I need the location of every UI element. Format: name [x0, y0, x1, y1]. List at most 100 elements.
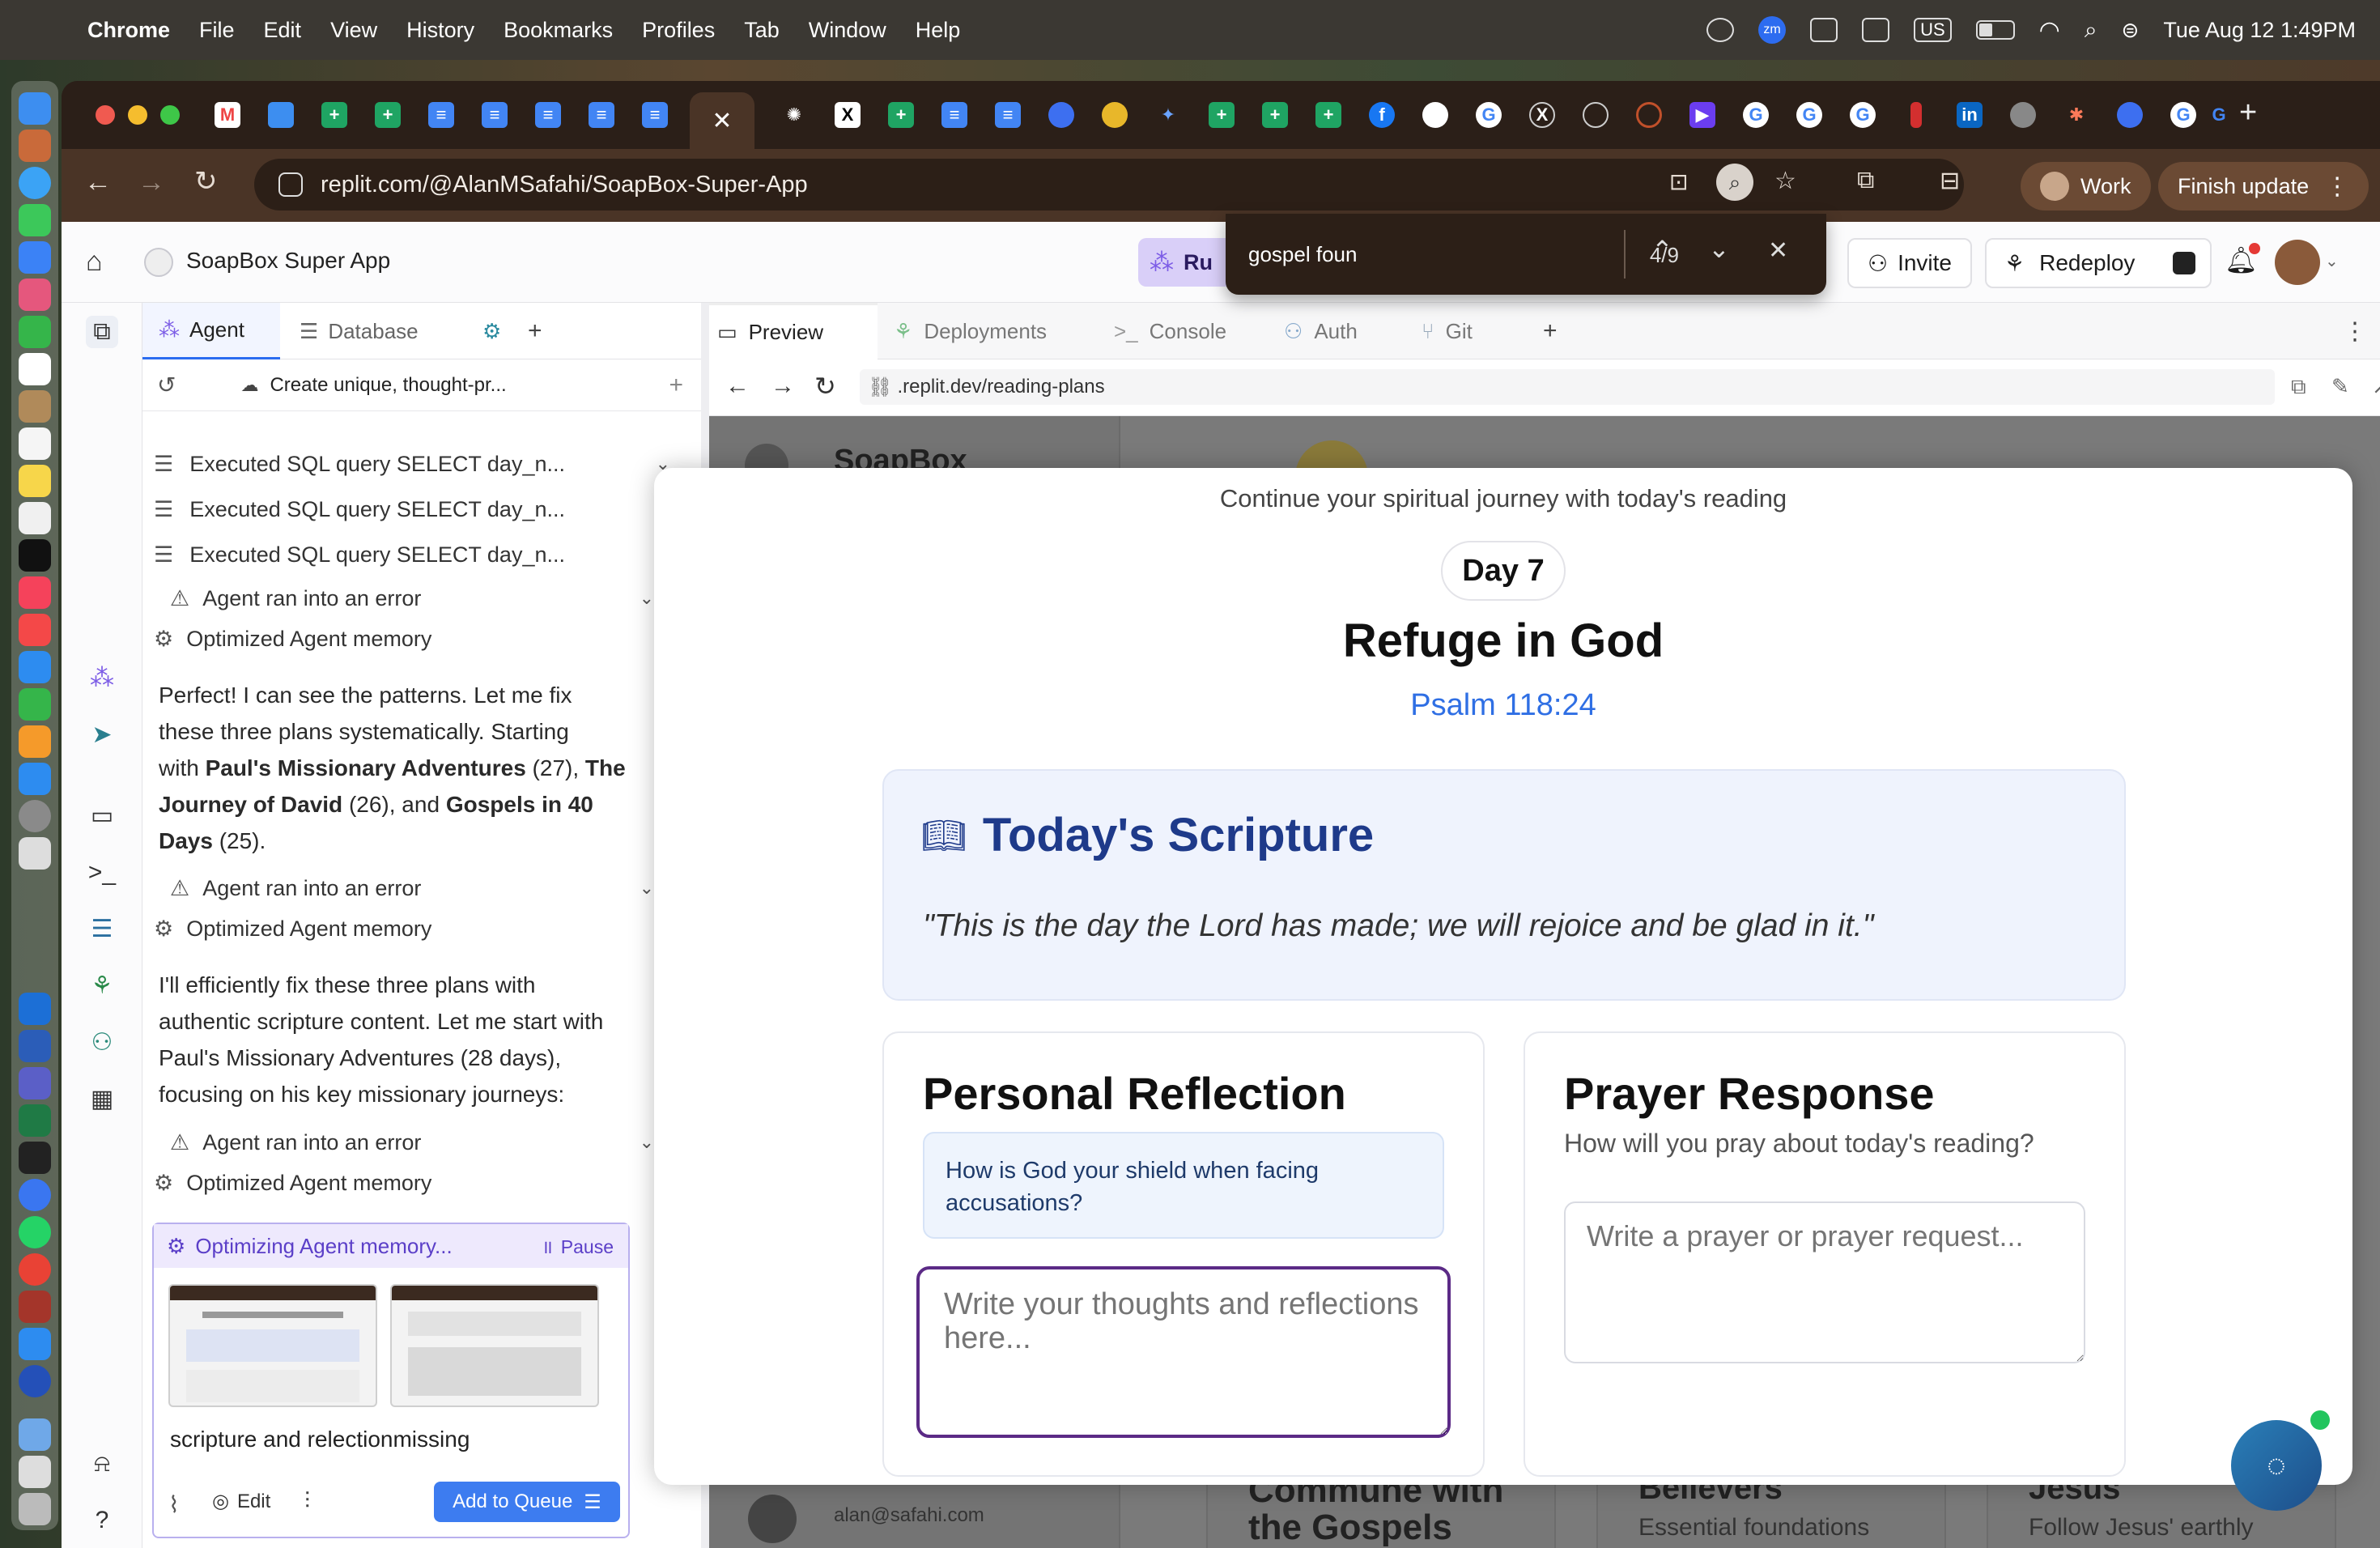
tab-docs-6[interactable]: ≡	[934, 96, 975, 134]
tab-google-4[interactable]: G	[1842, 96, 1883, 134]
extensions-icon[interactable]: ⧉	[1857, 167, 1874, 194]
tab-red[interactable]	[1896, 96, 1936, 134]
help-question-icon[interactable]: ?	[86, 1504, 118, 1537]
preview-url-input[interactable]: ⛓ .replit.dev/reading-plans	[860, 369, 2275, 405]
tab-google-2[interactable]: G	[1736, 96, 1776, 134]
chrome-dock-icon[interactable]	[19, 993, 51, 1025]
window-zoom-icon[interactable]	[160, 105, 180, 125]
notes-icon[interactable]	[19, 465, 51, 497]
menu-bookmarks[interactable]: Bookmarks	[504, 18, 613, 43]
agent-error-step-3[interactable]: ⚠ Agent ran into an error ⌄	[170, 1122, 672, 1163]
tab-hubspot[interactable]: ✱	[2056, 96, 2097, 134]
install-app-icon[interactable]: ⊡	[1669, 168, 1688, 195]
tab-console[interactable]: >_ Console	[1106, 303, 1268, 359]
assistant-rail-icon[interactable]: ➤	[86, 719, 118, 751]
keyboard-input-badge[interactable]: US	[1914, 18, 1952, 42]
zoom-dock-icon[interactable]	[19, 1328, 51, 1360]
tab-database[interactable]: ☰ Database	[300, 303, 461, 359]
database-rail-icon[interactable]: ☰	[86, 913, 118, 946]
step-sql-3[interactable]: ☰ Executed SQL query SELECT day_n... ⌄	[154, 534, 688, 575]
control-center-icon[interactable]: ⊜	[2122, 18, 2140, 43]
help-bell-icon[interactable]: ⍾	[86, 1448, 118, 1480]
invite-button[interactable]: ⚇ Invite	[1847, 238, 1972, 288]
forward-arrow-icon[interactable]: →	[138, 167, 165, 198]
scripture-reference[interactable]: Psalm 118:24	[654, 688, 2352, 723]
tab-x[interactable]: X	[827, 96, 868, 134]
avatar-chevron-down-icon[interactable]: ⌄	[2325, 251, 2339, 271]
news-icon[interactable]	[19, 614, 51, 646]
chat-launcher-button[interactable]: ◌	[2231, 1420, 2322, 1511]
attachment-thumbnail-1[interactable]	[168, 1284, 377, 1407]
launchpad-icon[interactable]	[19, 130, 51, 162]
all-tools-grid-icon[interactable]: ▦	[86, 1083, 118, 1116]
user-avatar[interactable]	[2275, 240, 2320, 285]
clock-dock-icon[interactable]	[19, 1365, 51, 1397]
menu-window[interactable]: Window	[809, 18, 886, 43]
split-dropdown-icon[interactable]	[2173, 252, 2195, 274]
attachment-thumbnail-2[interactable]	[390, 1284, 599, 1407]
downloads-icon[interactable]	[19, 1456, 51, 1488]
pages-icon[interactable]	[19, 725, 51, 758]
finish-update-button[interactable]: Finish update ⋮	[2158, 162, 2369, 211]
tab-web-5[interactable]	[2110, 96, 2150, 134]
dictionary-icon[interactable]	[19, 1291, 51, 1323]
find-previous-chevron-up-icon[interactable]: ⌃	[1651, 235, 1673, 266]
tab-google-6[interactable]: G	[2199, 96, 2239, 134]
signal-icon[interactable]	[19, 1179, 51, 1211]
tab-google-3[interactable]: G	[1789, 96, 1830, 134]
window-close-icon[interactable]	[96, 105, 115, 125]
freeform-icon[interactable]	[19, 502, 51, 534]
tab-x-2[interactable]: X	[1522, 96, 1562, 134]
spotlight-search-icon[interactable]: ⌕	[2085, 17, 2097, 44]
add-to-queue-button[interactable]: Add to Queue ☰	[434, 1482, 620, 1522]
copilot-icon[interactable]	[1706, 18, 1735, 42]
attach-paperclip-icon[interactable]: ⌇	[168, 1491, 180, 1518]
preview-rail-icon[interactable]: ▭	[86, 800, 118, 832]
prayer-textarea[interactable]	[1564, 1201, 2085, 1363]
devtools-wrench-icon[interactable]: ✎	[2331, 374, 2349, 399]
contacts-icon[interactable]	[19, 390, 51, 423]
menu-view[interactable]: View	[330, 18, 377, 43]
open-new-tab-icon[interactable]: ↗	[2372, 374, 2380, 399]
new-thread-plus-icon[interactable]: +	[669, 372, 683, 399]
bookmark-star-icon[interactable]: ☆	[1774, 167, 1796, 195]
mail-icon[interactable]	[19, 241, 51, 274]
menu-edit[interactable]: Edit	[264, 18, 302, 43]
tab-facebook[interactable]: f	[1362, 96, 1402, 134]
tab-gemini[interactable]: ✦	[1148, 96, 1188, 134]
excel-icon[interactable]	[19, 1104, 51, 1137]
menu-tab[interactable]: Tab	[744, 18, 780, 43]
step-sql-2[interactable]: ☰ Executed SQL query SELECT day_n... ⌄	[154, 489, 688, 529]
finder-folder-icon[interactable]	[19, 1418, 51, 1451]
project-name[interactable]: SoapBox Super App	[186, 248, 390, 274]
step-sql-1[interactable]: ☰ Executed SQL query SELECT day_n... ⌄	[154, 444, 688, 484]
auth-rail-icon[interactable]: ⚇	[86, 1027, 118, 1059]
tab-docs-2[interactable]: ≡	[474, 96, 515, 134]
find-input[interactable]	[1248, 235, 1556, 274]
appletv-icon[interactable]	[19, 539, 51, 572]
keynote-icon[interactable]	[19, 651, 51, 683]
music-icon[interactable]	[19, 576, 51, 609]
tab-deployments[interactable]: ⚘ Deployments	[886, 303, 1096, 359]
outlook-icon[interactable]	[1810, 18, 1838, 42]
run-button[interactable]: ⁂ Ru	[1138, 238, 1234, 287]
tab-git[interactable]: ⑂ Git	[1413, 303, 1527, 359]
tab-player[interactable]: ▶	[1682, 96, 1723, 134]
home-icon[interactable]: ⌂	[86, 246, 103, 278]
deployments-rail-icon[interactable]: ⚘	[86, 970, 118, 1002]
edit-button[interactable]: ◎ Edit	[212, 1490, 270, 1513]
tab-sheets-1[interactable]: +	[314, 96, 355, 134]
tab-docs-1[interactable]: ≡	[421, 96, 461, 134]
word-icon[interactable]	[19, 1030, 51, 1062]
files-panel-icon[interactable]: ⧉	[86, 316, 118, 348]
battery-icon[interactable]	[1975, 20, 2015, 40]
photos-icon[interactable]	[19, 279, 51, 311]
composer-input[interactable]: scripture and relectionmissing	[170, 1427, 470, 1452]
reflection-textarea[interactable]	[916, 1266, 1451, 1438]
tab-extra[interactable]: ⚙	[482, 303, 515, 359]
redeploy-button[interactable]: ⚘ Redeploy	[1985, 238, 2212, 288]
teams-icon[interactable]	[1862, 18, 1890, 42]
new-tab-plus-icon[interactable]: +	[2239, 96, 2257, 130]
agent-error-step-2[interactable]: ⚠ Agent ran into an error ⌄	[170, 868, 672, 908]
tab-web-1[interactable]	[1041, 96, 1082, 134]
